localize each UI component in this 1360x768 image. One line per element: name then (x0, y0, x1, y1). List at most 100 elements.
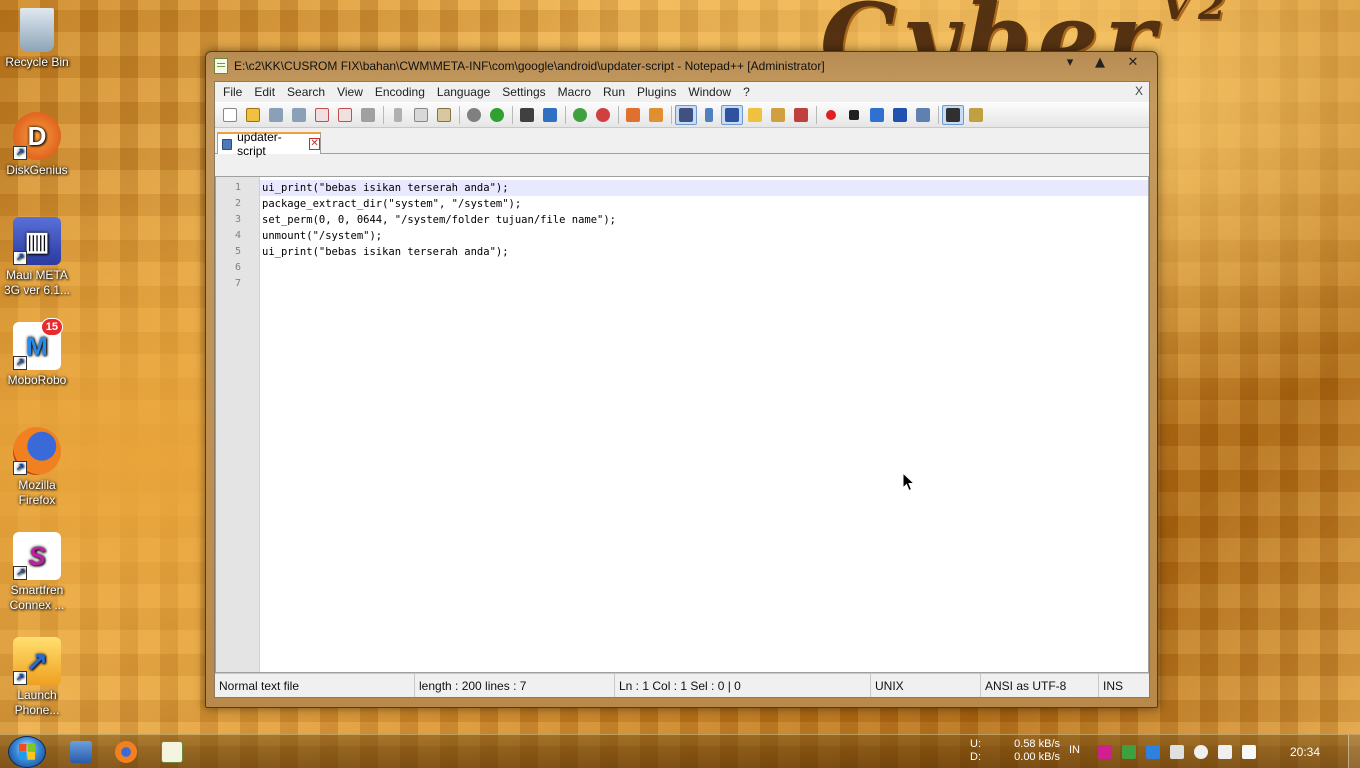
menu-language[interactable]: Language (431, 85, 496, 99)
toolbar-separator (938, 106, 939, 124)
shortcut-arrow-icon: ↗ (13, 356, 27, 370)
menu-settings[interactable]: Settings (496, 85, 551, 99)
taskbar-firefox-icon[interactable] (115, 741, 137, 763)
close-document-button[interactable]: X (1135, 84, 1143, 98)
close-button[interactable]: ✕ (1115, 52, 1151, 72)
line-number: 3 (234, 214, 241, 225)
toolbar-separator (565, 106, 566, 124)
stop-record-icon[interactable] (843, 105, 865, 125)
spell-options-icon[interactable] (965, 105, 987, 125)
update-tray-icon[interactable] (1146, 745, 1160, 759)
save-icon[interactable] (265, 105, 287, 125)
menu-encoding[interactable]: Encoding (369, 85, 431, 99)
find-icon[interactable] (516, 105, 538, 125)
code-line[interactable]: set_perm(0, 0, 0644, "/system/folder tuj… (260, 212, 1148, 228)
input-language[interactable]: IN (1069, 744, 1080, 756)
show-desktop-button[interactable] (1348, 735, 1360, 768)
speaker-tray-icon[interactable] (1218, 745, 1232, 759)
tab-close-button[interactable]: ✕ (309, 138, 320, 150)
menu-plugins[interactable]: Plugins (631, 85, 682, 99)
paste-icon[interactable] (433, 105, 455, 125)
undo-icon[interactable] (463, 105, 485, 125)
code-line[interactable]: ui_print("bebas isikan terserah anda"); (260, 244, 1148, 260)
status-length: length : 200 lines : 7 (415, 674, 615, 697)
editor-area[interactable]: 1 2 3 4 5 6 7 ui_print("bebas isikan ter… (215, 176, 1149, 673)
open-file-icon[interactable] (242, 105, 264, 125)
code-text[interactable]: ui_print("bebas isikan terserah anda"); … (260, 177, 1148, 672)
desktop-icon-moborobo[interactable]: M 15 ↗ MoboRobo (2, 318, 72, 388)
line-number: 6 (234, 262, 241, 273)
desktop-icon-label: Maui META 3G ver 6.1... (3, 268, 71, 297)
menu-file[interactable]: File (217, 85, 248, 99)
desktop-icon-launch-phone[interactable]: ↗ ↗ Launch Phone... (2, 637, 72, 718)
menu-help[interactable]: ? (737, 85, 756, 99)
volume-tray-icon[interactable] (1194, 745, 1208, 759)
indent-guide-icon[interactable] (721, 105, 743, 125)
replace-icon[interactable] (539, 105, 561, 125)
spell-check-icon[interactable] (942, 105, 964, 125)
maui-meta-icon: ▥ ↗ (13, 217, 61, 265)
maximize-button[interactable]: ▲ (1085, 52, 1115, 72)
word-wrap-icon[interactable] (675, 105, 697, 125)
desktop-icon-diskgenius[interactable]: D ↗ DiskGenius (2, 112, 72, 178)
tab-bar: updater-script ✕ (215, 128, 1149, 158)
menu-view[interactable]: View (331, 85, 369, 99)
show-all-chars-icon[interactable] (698, 105, 720, 125)
desktop-icon-recycle-bin[interactable]: Recycle Bin (2, 6, 72, 70)
record-macro-icon[interactable] (820, 105, 842, 125)
desktop-icon-label: Mozilla Firefox (18, 478, 56, 507)
status-insert-mode: INS (1103, 678, 1124, 693)
menu-run[interactable]: Run (597, 85, 631, 99)
save-macro-icon[interactable] (912, 105, 934, 125)
menu-edit[interactable]: Edit (248, 85, 281, 99)
notepadpp-window: E:\c2\KK\CUSROM FIX\bahan\CWM\META-INF\c… (205, 51, 1158, 708)
shortcut-arrow-icon: ↗ (13, 461, 27, 475)
desktop-icon-maui-meta[interactable]: ▥ ↗ Maui META 3G ver 6.1... (2, 217, 72, 298)
network-speed-meter: U: 0.58 kB/s D: 0.00 kB/s (970, 738, 1060, 764)
code-line[interactable] (260, 260, 1148, 276)
redo-icon[interactable] (486, 105, 508, 125)
play-macro-icon[interactable] (866, 105, 888, 125)
code-line[interactable] (260, 276, 1148, 292)
code-line[interactable]: package_extract_dir("system", "/system")… (260, 196, 1148, 212)
print-icon[interactable] (357, 105, 379, 125)
zoom-out-icon[interactable] (592, 105, 614, 125)
menu-window[interactable]: Window (682, 85, 737, 99)
toolbar-separator (512, 106, 513, 124)
copy-icon[interactable] (410, 105, 432, 125)
desktop-icon-smartfren[interactable]: S ↗ Smartfren Connex ... (2, 532, 72, 613)
title-bar[interactable]: E:\c2\KK\CUSROM FIX\bahan\CWM\META-INF\c… (206, 52, 1157, 80)
function-list-icon[interactable] (790, 105, 812, 125)
close-all-icon[interactable] (334, 105, 356, 125)
clock[interactable]: 20:34 (1290, 745, 1320, 759)
start-button[interactable] (8, 736, 46, 768)
save-all-icon[interactable] (288, 105, 310, 125)
new-file-icon[interactable] (219, 105, 241, 125)
sync-vertical-icon[interactable] (622, 105, 644, 125)
cut-icon[interactable] (387, 105, 409, 125)
sync-horizontal-icon[interactable] (645, 105, 667, 125)
window-title: E:\c2\KK\CUSROM FIX\bahan\CWM\META-INF\c… (234, 59, 825, 73)
code-line[interactable]: ui_print("bebas isikan terserah anda"); (260, 180, 1148, 196)
minimize-button[interactable]: ▾ (1055, 52, 1085, 72)
smartfren-tray-icon[interactable] (1098, 745, 1112, 759)
close-file-icon[interactable] (311, 105, 333, 125)
user-language-icon[interactable] (744, 105, 766, 125)
menu-search[interactable]: Search (281, 85, 331, 99)
desktop-icon-firefox[interactable]: ↗ Mozilla Firefox (2, 427, 72, 508)
network-tray-icon[interactable] (1122, 745, 1136, 759)
display-tray-icon[interactable] (1170, 745, 1184, 759)
tab-updater-script[interactable]: updater-script ✕ (217, 130, 321, 158)
code-line[interactable]: unmount("/system"); (260, 228, 1148, 244)
document-map-icon[interactable] (767, 105, 789, 125)
status-bar: Normal text file length : 200 lines : 7 … (215, 673, 1149, 697)
menu-bar: File Edit Search View Encoding Language … (215, 82, 1149, 102)
run-macro-multiple-icon[interactable] (889, 105, 911, 125)
action-center-flag-icon[interactable] (1242, 745, 1256, 759)
menu-macro[interactable]: Macro (552, 85, 597, 99)
taskbar-notepadpp-icon[interactable] (161, 741, 183, 763)
desktop-icon-label: MoboRobo (7, 373, 67, 387)
taskbar-explorer-icon[interactable] (70, 741, 92, 763)
zoom-in-icon[interactable] (569, 105, 591, 125)
desktop-icon-label: Smartfren Connex ... (9, 583, 65, 612)
